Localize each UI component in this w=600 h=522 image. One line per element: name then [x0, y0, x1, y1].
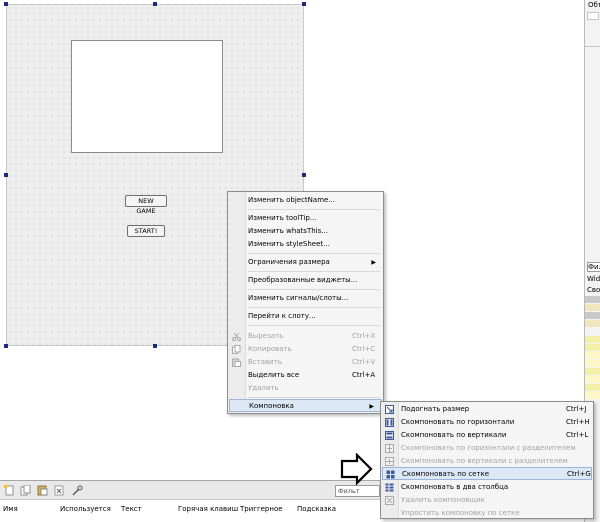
menu-item-change-stylesheet[interactable]: Изменить styleSheet... — [228, 238, 383, 251]
menu-item-change-objectname[interactable]: Изменить objectName... — [228, 194, 383, 207]
vertical-layout-icon — [385, 431, 394, 440]
selection-handle[interactable] — [302, 2, 306, 6]
menu-item-cut[interactable]: Вырезать Ctrl+X — [228, 330, 383, 343]
menu-item-copy[interactable]: Копировать Ctrl+C — [228, 343, 383, 356]
paste-action-icon[interactable] — [37, 485, 48, 496]
grid-layout-icon — [386, 470, 395, 479]
display-frame[interactable] — [71, 40, 223, 153]
selection-handle[interactable] — [302, 173, 306, 177]
menu-item-size-constraints[interactable]: Ограничения размера ▶ — [228, 256, 383, 269]
scissors-icon — [232, 332, 241, 341]
menu-item-layout-horizontal[interactable]: Скомпоновать по горизонтали Ctrl+H — [381, 416, 593, 429]
pointer-arrow-icon — [340, 453, 373, 486]
selection-handle[interactable] — [153, 344, 157, 348]
form-context-menu: Изменить objectName... Изменить toolTip.… — [227, 191, 384, 414]
menu-item-paste[interactable]: Вставить Ctrl+V — [228, 356, 383, 369]
property-filter-input[interactable]: Фильт — [587, 262, 600, 272]
menu-item-layout-horizontal-splitter[interactable]: Скомпоновать по горизонтали с разделител… — [381, 442, 593, 455]
menu-item-simplify-grid-layout[interactable]: Упростить компоновку по сетке — [381, 507, 593, 520]
column-header-used[interactable]: Используется — [60, 505, 111, 513]
submenu-arrow-icon: ▶ — [369, 403, 374, 410]
selection-handle[interactable] — [4, 2, 8, 6]
column-header-tooltip[interactable]: Подсказка — [297, 505, 336, 513]
menu-item-delete[interactable]: Удалить — [228, 382, 383, 395]
new-game-button[interactable]: NEW GAME — [125, 195, 167, 215]
adjust-size-icon — [385, 405, 394, 414]
menu-item-layout[interactable]: Компоновка ▶ — [229, 399, 382, 412]
vertical-splitter-icon — [385, 457, 394, 466]
break-layout-icon — [385, 496, 394, 505]
selection-handle[interactable] — [4, 173, 8, 177]
paste-icon — [232, 358, 241, 367]
properties-header: Свой — [587, 286, 600, 294]
menu-item-change-whatsthis[interactable]: Изменить whatsThis... — [228, 225, 383, 238]
menu-item-break-layout[interactable]: Удалить компоновщик — [381, 494, 593, 507]
selection-handle[interactable] — [4, 344, 8, 348]
menu-item-promoted-widgets[interactable]: Преобразованные виджеты... — [228, 274, 383, 287]
menu-item-select-all[interactable]: Выделить все Ctrl+A — [228, 369, 383, 382]
menu-item-adjust-size[interactable]: Подогнать размер Ctrl+J — [381, 403, 593, 416]
layout-submenu: Подогнать размер Ctrl+J Скомпоновать по г… — [380, 401, 594, 519]
configure-action-icon[interactable] — [72, 485, 83, 496]
menu-item-change-signals-slots[interactable]: Изменить сигналы/слоты... — [228, 292, 383, 305]
menu-item-layout-grid[interactable]: Скомпоновать по сетке Ctrl+G — [382, 467, 592, 480]
new-action-icon[interactable] — [4, 485, 15, 496]
horizontal-layout-icon — [385, 418, 394, 427]
form-layout-icon — [385, 483, 394, 492]
widget-type-label: Widg — [587, 275, 600, 283]
horizontal-splitter-icon — [385, 444, 394, 453]
menu-item-go-to-slot[interactable]: Перейти к слоту... — [228, 310, 383, 323]
object-inspector-title: Объ — [588, 1, 600, 9]
column-header-name[interactable]: Имя — [3, 505, 18, 513]
column-header-checkable[interactable]: Триггерное — [240, 505, 283, 513]
menu-item-layout-vertical[interactable]: Скомпоновать по вертикали Ctrl+L — [381, 429, 593, 442]
copy-icon — [232, 345, 241, 354]
column-header-shortcut[interactable]: Горячая клавиш — [178, 505, 238, 513]
selection-handle[interactable] — [153, 2, 157, 6]
object-tree[interactable] — [587, 12, 599, 20]
copy-action-icon[interactable] — [20, 485, 31, 496]
column-header-text[interactable]: Текст — [121, 505, 142, 513]
submenu-arrow-icon: ▶ — [371, 259, 376, 266]
menu-item-layout-form[interactable]: Скомпоновать в два столбца — [381, 481, 593, 494]
menu-item-change-tooltip[interactable]: Изменить toolTip... — [228, 212, 383, 225]
delete-action-icon[interactable] — [54, 485, 65, 496]
start-button[interactable]: START! — [127, 225, 165, 237]
